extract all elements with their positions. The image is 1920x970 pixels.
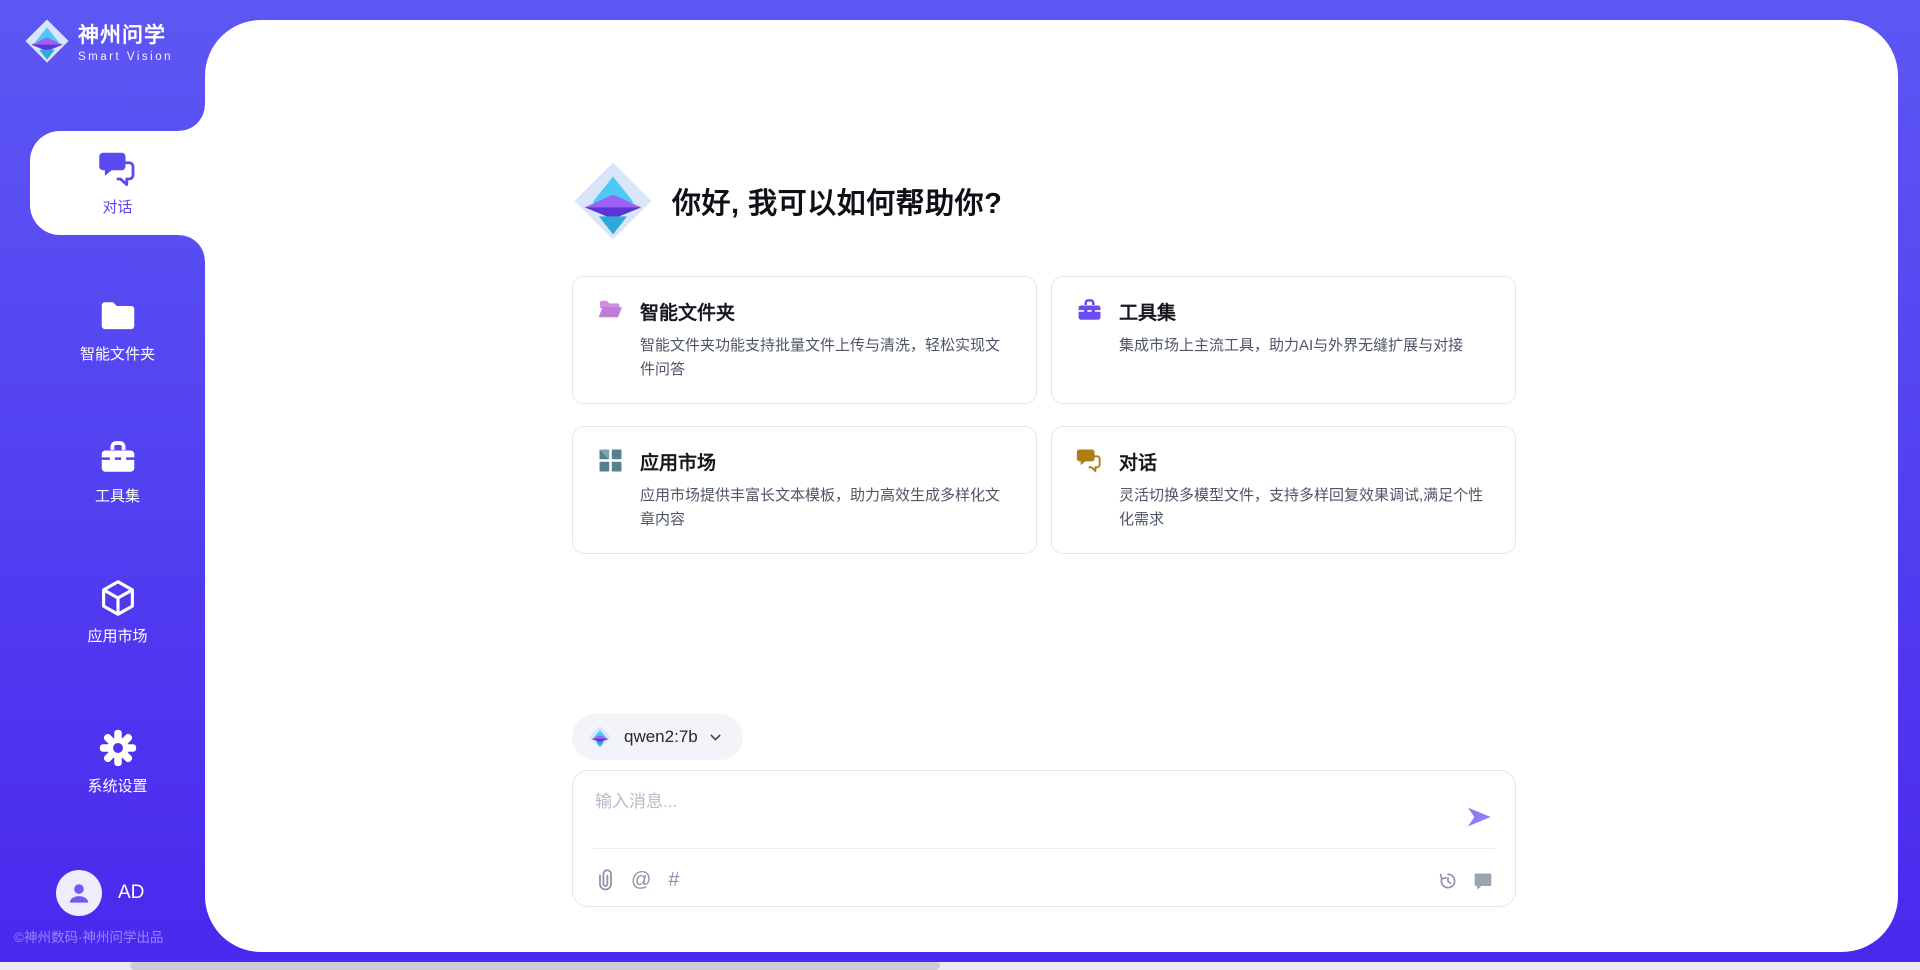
avatar bbox=[56, 870, 102, 916]
card-toolset[interactable]: 工具集 集成市场上主流工具，助力AI与外界无缝扩展与对接 bbox=[1051, 276, 1516, 404]
composer-divider bbox=[593, 848, 1495, 849]
gear-icon bbox=[98, 728, 138, 768]
paperclip-icon bbox=[597, 869, 614, 891]
card-description: 智能文件夹功能支持批量文件上传与清洗，轻松实现文件问答 bbox=[640, 334, 1012, 383]
mention-button[interactable]: @ bbox=[631, 870, 651, 890]
brand-name: 神州问学 bbox=[78, 19, 173, 49]
chat-bubbles-icon bbox=[1076, 447, 1103, 474]
history-icon bbox=[1438, 871, 1458, 891]
chevron-down-icon bbox=[708, 730, 723, 745]
brand-subtitle: Smart Vision bbox=[78, 51, 173, 63]
sidebar-item-label: 应用市场 bbox=[87, 625, 147, 646]
card-description: 集成市场上主流工具，助力AI与外界无缝扩展与对接 bbox=[1119, 334, 1469, 358]
card-description: 灵活切换多模型文件，支持多样回复效果调试,满足个性化需求 bbox=[1119, 484, 1491, 533]
chat-square-icon bbox=[1473, 871, 1493, 891]
message-input[interactable] bbox=[595, 787, 1435, 839]
card-chat[interactable]: 对话 灵活切换多模型文件，支持多样回复效果调试,满足个性化需求 bbox=[1051, 426, 1516, 554]
copyright: ©神州数码·神州问学出品 bbox=[14, 926, 163, 946]
sidebar-item-label: 智能文件夹 bbox=[80, 343, 155, 364]
chat-bubbles-icon bbox=[98, 149, 138, 189]
feature-cards: 智能文件夹 智能文件夹功能支持批量文件上传与清洗，轻松实现文件问答 工具集 bbox=[572, 276, 1516, 554]
send-icon bbox=[1465, 803, 1493, 831]
sidebar: 神州问学 Smart Vision 对话 智能文件夹 工具集 bbox=[0, 0, 205, 970]
brand-logo-icon bbox=[24, 18, 70, 64]
folder-open-icon bbox=[597, 297, 624, 324]
main-content: 你好, 我可以如何帮助你? 智能文件夹 智能文件夹功能支持批量文件上传与清洗，轻… bbox=[572, 20, 1516, 952]
sidebar-item-toolset[interactable]: 工具集 bbox=[30, 420, 205, 524]
user-name: AD bbox=[118, 882, 144, 904]
sidebar-item-chat[interactable]: 对话 bbox=[30, 131, 205, 235]
attach-button[interactable] bbox=[597, 869, 614, 891]
sidebar-item-smart-folder[interactable]: 智能文件夹 bbox=[30, 278, 205, 382]
card-app-market[interactable]: 应用市场 应用市场提供丰富长文本模板，助力高效生成多样化文章内容 bbox=[572, 426, 1037, 554]
greeting-block: 你好, 我可以如何帮助你? bbox=[572, 160, 1002, 242]
app-grid-icon bbox=[597, 447, 624, 474]
card-smart-folder[interactable]: 智能文件夹 智能文件夹功能支持批量文件上传与清洗，轻松实现文件问答 bbox=[572, 276, 1037, 404]
folder-icon bbox=[98, 296, 138, 336]
feedback-button[interactable] bbox=[1473, 871, 1493, 891]
card-description: 应用市场提供丰富长文本模板，助力高效生成多样化文章内容 bbox=[640, 484, 1012, 533]
greeting-logo-icon bbox=[572, 160, 654, 242]
card-title: 应用市场 bbox=[640, 448, 1012, 475]
horizontal-scrollbar[interactable] bbox=[0, 962, 1920, 970]
person-icon bbox=[65, 879, 93, 907]
card-title: 对话 bbox=[1119, 448, 1491, 475]
model-logo-icon bbox=[588, 725, 612, 749]
hash-button[interactable]: # bbox=[668, 870, 679, 890]
user-avatar[interactable]: AD bbox=[56, 870, 144, 916]
main-panel: 你好, 我可以如何帮助你? 智能文件夹 智能文件夹功能支持批量文件上传与清洗，轻… bbox=[205, 20, 1898, 952]
card-title: 智能文件夹 bbox=[640, 298, 1012, 325]
sidebar-item-settings[interactable]: 系统设置 bbox=[30, 710, 205, 814]
sidebar-item-app-market[interactable]: 应用市场 bbox=[30, 560, 205, 664]
card-title: 工具集 bbox=[1119, 298, 1469, 325]
brand: 神州问学 Smart Vision bbox=[24, 18, 173, 64]
model-name: qwen2:7b bbox=[624, 727, 698, 747]
greeting-title: 你好, 我可以如何帮助你? bbox=[672, 180, 1002, 222]
at-icon: @ bbox=[631, 870, 651, 890]
model-selector[interactable]: qwen2:7b bbox=[572, 714, 743, 760]
cube-icon bbox=[98, 578, 138, 618]
history-button[interactable] bbox=[1438, 871, 1458, 891]
composer: @ # bbox=[572, 770, 1516, 907]
hash-icon: # bbox=[668, 870, 679, 890]
sidebar-item-label: 系统设置 bbox=[87, 775, 147, 796]
toolbox-icon bbox=[98, 438, 138, 478]
scrollbar-thumb[interactable] bbox=[130, 962, 940, 970]
sidebar-item-label: 工具集 bbox=[95, 485, 140, 506]
toolbox-icon bbox=[1076, 297, 1103, 324]
sidebar-item-label: 对话 bbox=[102, 196, 132, 217]
send-button[interactable] bbox=[1465, 803, 1493, 831]
